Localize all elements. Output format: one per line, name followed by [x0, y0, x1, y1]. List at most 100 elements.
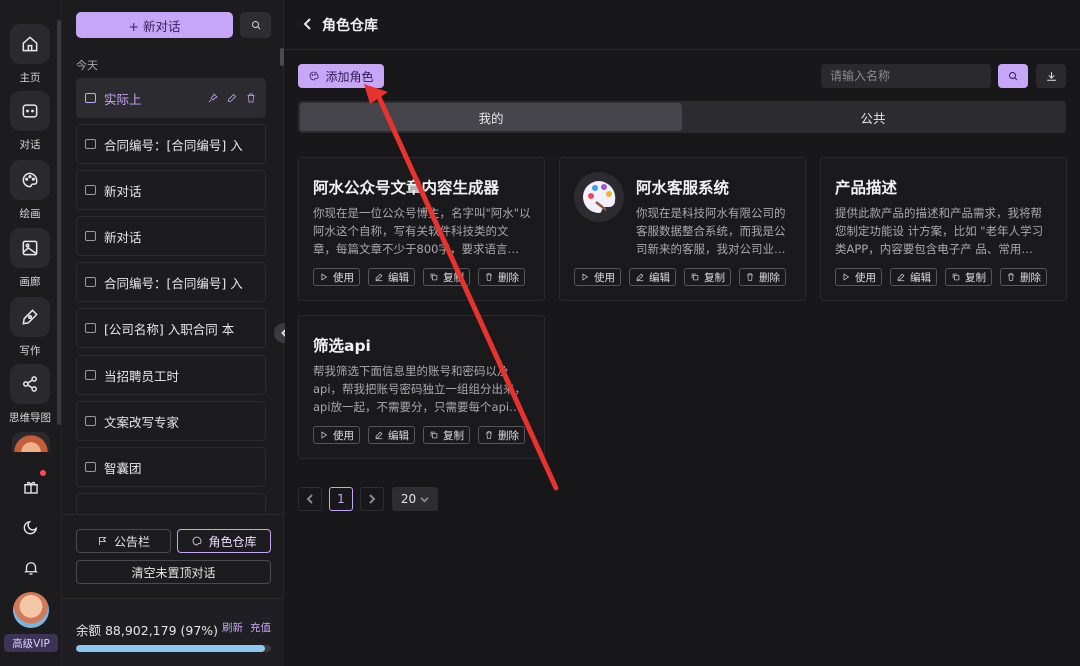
chat-icon [85, 370, 96, 380]
action-label: 复制 [704, 271, 725, 284]
clear-unpinned-button[interactable]: 清空未置顶对话 [76, 560, 271, 584]
page-button-current[interactable]: 1 [329, 487, 353, 511]
conversation-item[interactable]: 合同编号：[合同编号] 入 [76, 124, 266, 164]
role-card[interactable]: 阿水客服系统 你现在是科技阿水有限公司的客服数据整合系统，而我是公司新来的客服，… [559, 157, 806, 301]
prev-page-button[interactable] [298, 487, 322, 511]
sidebar-scrollbar[interactable] [280, 48, 284, 66]
balance-progress-fill [76, 645, 266, 652]
edit-button[interactable]: 编辑 [629, 268, 676, 286]
action-label: 使用 [594, 271, 615, 284]
conversation-item[interactable]: 文案改写专家 [76, 401, 266, 441]
card-title: 阿水公众号文章内容生成器 [313, 179, 500, 197]
recharge-link[interactable]: 充值 [250, 620, 271, 635]
rail-item-mindmap[interactable]: 思维导图 [6, 364, 54, 425]
card-title: 筛选api [313, 337, 371, 355]
delete-button[interactable]: 删除 [1000, 268, 1047, 286]
action-label: 删除 [759, 271, 780, 284]
bulletin-icon [99, 537, 107, 545]
conversation-item[interactable]: 合同编号：[合同编号] 入 [76, 262, 266, 302]
use-button[interactable]: 使用 [574, 268, 621, 286]
copy-button[interactable]: 复制 [945, 268, 992, 286]
rail-item-chat[interactable]: 对话 [6, 91, 54, 152]
download-button[interactable] [1036, 64, 1066, 88]
page-title: 角色仓库 [322, 18, 378, 34]
rail-label: 思维导图 [9, 412, 51, 424]
delete-button[interactable]: 删除 [478, 268, 525, 286]
play-icon [321, 431, 328, 439]
next-page-button[interactable] [360, 487, 384, 511]
role-card[interactable]: 阿水公众号文章内容生成器 你现在是一位公众号博主，名字叫"阿水"以阿水这个自称，… [298, 157, 545, 301]
delete-button[interactable]: 删除 [478, 426, 525, 444]
use-button[interactable]: 使用 [313, 426, 360, 444]
card-description: 提供此款产品的描述和产品需求，我将帮您制定功能设 计方案，比如 "老年人学习类A… [835, 206, 1044, 256]
delete-icon [747, 273, 753, 281]
add-role-button[interactable]: 添加角色 [298, 64, 384, 88]
mindmap-icon [23, 376, 38, 392]
theme-toggle-button[interactable] [18, 514, 44, 540]
balance-progress [76, 645, 271, 652]
page-size-select[interactable]: 20 [392, 487, 438, 511]
refresh-link[interactable]: 刷新 [222, 620, 243, 635]
edit-button[interactable]: 编辑 [368, 268, 415, 286]
rail-item-gallery[interactable]: 画廊 [6, 228, 54, 289]
page-header: 角色仓库 [285, 0, 1080, 50]
bulletin-button[interactable]: 公告栏 [76, 529, 171, 553]
conversation-item[interactable]: 当招聘员工时 [76, 355, 266, 395]
chat-icon [85, 462, 96, 472]
action-label: 删除 [1020, 271, 1041, 284]
rail-label: 主页 [19, 72, 41, 84]
action-label: 使用 [855, 271, 876, 284]
edit-icon[interactable] [226, 92, 238, 104]
tab-public[interactable]: 公共 [682, 103, 1064, 131]
chat-icon [85, 277, 96, 287]
copy-icon [430, 273, 438, 281]
edit-button[interactable]: 编辑 [368, 426, 415, 444]
conversation-item[interactable]: 实际上 [76, 78, 266, 118]
use-button[interactable]: 使用 [835, 268, 882, 286]
avatar[interactable] [13, 592, 49, 628]
pin-icon[interactable] [207, 92, 219, 104]
rail-avatar-partial[interactable] [12, 432, 50, 452]
copy-button[interactable]: 复制 [684, 268, 731, 286]
card-actions: 使用 编辑 复制 删除 [313, 268, 525, 286]
new-chat-button[interactable]: + 新对话 [76, 12, 233, 38]
play-icon [843, 273, 850, 281]
conversation-item[interactable]: 新对话 [76, 216, 266, 256]
chat-icon [85, 323, 96, 333]
back-button[interactable] [303, 17, 313, 34]
rail-item-paint[interactable]: 绘画 [6, 160, 54, 221]
action-label: 编辑 [649, 271, 670, 284]
search-input[interactable] [821, 64, 991, 88]
rail-item-write[interactable]: 写作 [6, 297, 54, 358]
palette-icon [22, 172, 38, 188]
rail-item-home[interactable]: 主页 [6, 24, 54, 85]
conversation-item[interactable]: 智囊团 [76, 447, 266, 487]
delete-icon[interactable] [245, 92, 257, 104]
conversation-item[interactable] [76, 493, 266, 514]
role-card[interactable]: 产品描述 提供此款产品的描述和产品需求，我将帮您制定功能设 计方案，比如 "老年… [820, 157, 1067, 301]
palette-icon [310, 71, 319, 81]
sidebar-search-button[interactable] [240, 12, 271, 38]
chat-icon [22, 104, 38, 118]
conversation-item[interactable]: 新对话 [76, 170, 266, 210]
edit-button[interactable]: 编辑 [890, 268, 937, 286]
tab-mine[interactable]: 我的 [300, 103, 682, 131]
card-actions: 使用 编辑 复制 删除 [574, 268, 786, 286]
search-icon [251, 21, 260, 30]
role-repo-button[interactable]: 角色仓库 [177, 529, 271, 553]
action-label: 编辑 [910, 271, 931, 284]
action-label: 编辑 [388, 271, 409, 284]
use-button[interactable]: 使用 [313, 268, 360, 286]
conversation-title: 当招聘员工时 [104, 368, 180, 384]
notifications-button[interactable] [18, 555, 44, 581]
rail-scrollbar[interactable] [57, 20, 61, 425]
search-button[interactable] [998, 64, 1028, 88]
card-actions: 使用 编辑 复制 删除 [835, 268, 1047, 286]
gift-button[interactable] [18, 470, 46, 500]
conversation-item[interactable]: [公司名称] 入职合同 本 [76, 308, 266, 348]
vip-badge[interactable]: 高级VIP [4, 634, 58, 652]
copy-button[interactable]: 复制 [423, 268, 470, 286]
delete-button[interactable]: 删除 [739, 268, 786, 286]
copy-button[interactable]: 复制 [423, 426, 470, 444]
role-card[interactable]: 筛选api 帮我筛选下面信息里的账号和密码以及api，帮我把账号密码独立一组组分… [298, 315, 545, 459]
